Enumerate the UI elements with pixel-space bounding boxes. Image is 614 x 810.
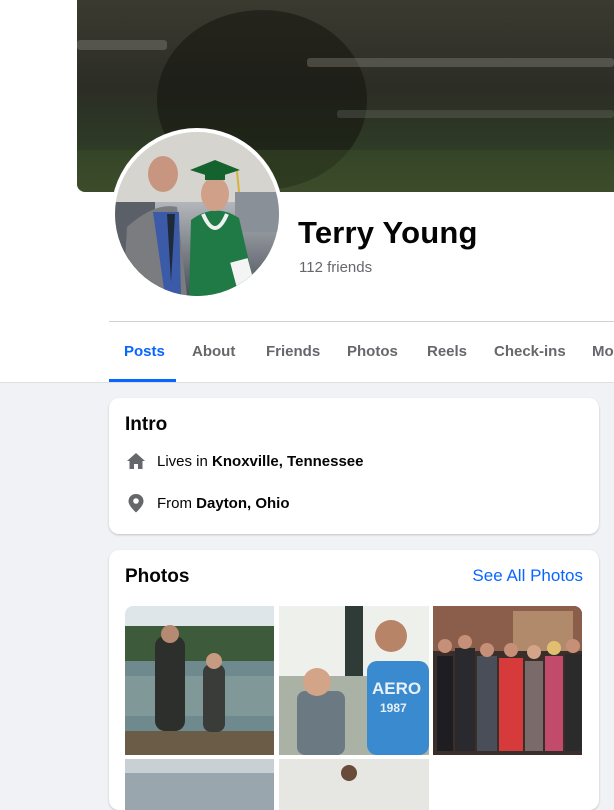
home-icon <box>125 450 147 472</box>
tab-friends[interactable]: Friends <box>266 322 320 379</box>
lives-in-label: Lives in <box>157 452 213 470</box>
tab-photos[interactable]: Photos <box>347 322 398 379</box>
photos-card: Photos See All Photos AERO 1987 <box>109 550 599 810</box>
photos-title: Photos <box>125 566 190 587</box>
from-label: From <box>157 494 197 512</box>
intro-lives-in: Lives in Knoxville, Tennessee <box>125 450 363 472</box>
aero-shirt-text: AERO <box>372 679 421 698</box>
tab-check-ins[interactable]: Check-ins <box>494 322 566 379</box>
intro-from: From Dayton, Ohio <box>125 492 290 514</box>
friends-count-link[interactable]: 112 friends <box>299 259 372 276</box>
profile-name: Terry Young <box>298 215 478 250</box>
tab-about[interactable]: About <box>192 322 235 379</box>
profile-avatar[interactable] <box>111 128 283 300</box>
lives-in-location-link[interactable]: Knoxville, Tennessee <box>212 453 363 470</box>
see-all-photos-link[interactable]: See All Photos <box>472 566 583 586</box>
intro-title: Intro <box>125 414 168 435</box>
intro-card: Intro Lives in Knoxville, Tennessee From… <box>109 398 599 534</box>
header-bottom-border <box>0 382 614 383</box>
tab-posts[interactable]: Posts <box>124 322 165 379</box>
photo-thumbnail[interactable] <box>125 606 274 755</box>
profile-tabs: Posts About Friends Photos Reels Check-i… <box>109 322 614 382</box>
photo-thumbnail[interactable]: AERO 1987 <box>279 606 429 755</box>
location-pin-icon <box>125 492 147 514</box>
tab-more[interactable]: Mo <box>592 322 614 379</box>
tab-reels[interactable]: Reels <box>427 322 467 379</box>
photo-thumbnail[interactable] <box>125 759 274 810</box>
from-location-link[interactable]: Dayton, Ohio <box>196 495 289 512</box>
aero-year-text: 1987 <box>380 701 407 715</box>
photo-thumbnail[interactable] <box>433 606 582 755</box>
photo-thumbnail[interactable] <box>279 759 429 810</box>
